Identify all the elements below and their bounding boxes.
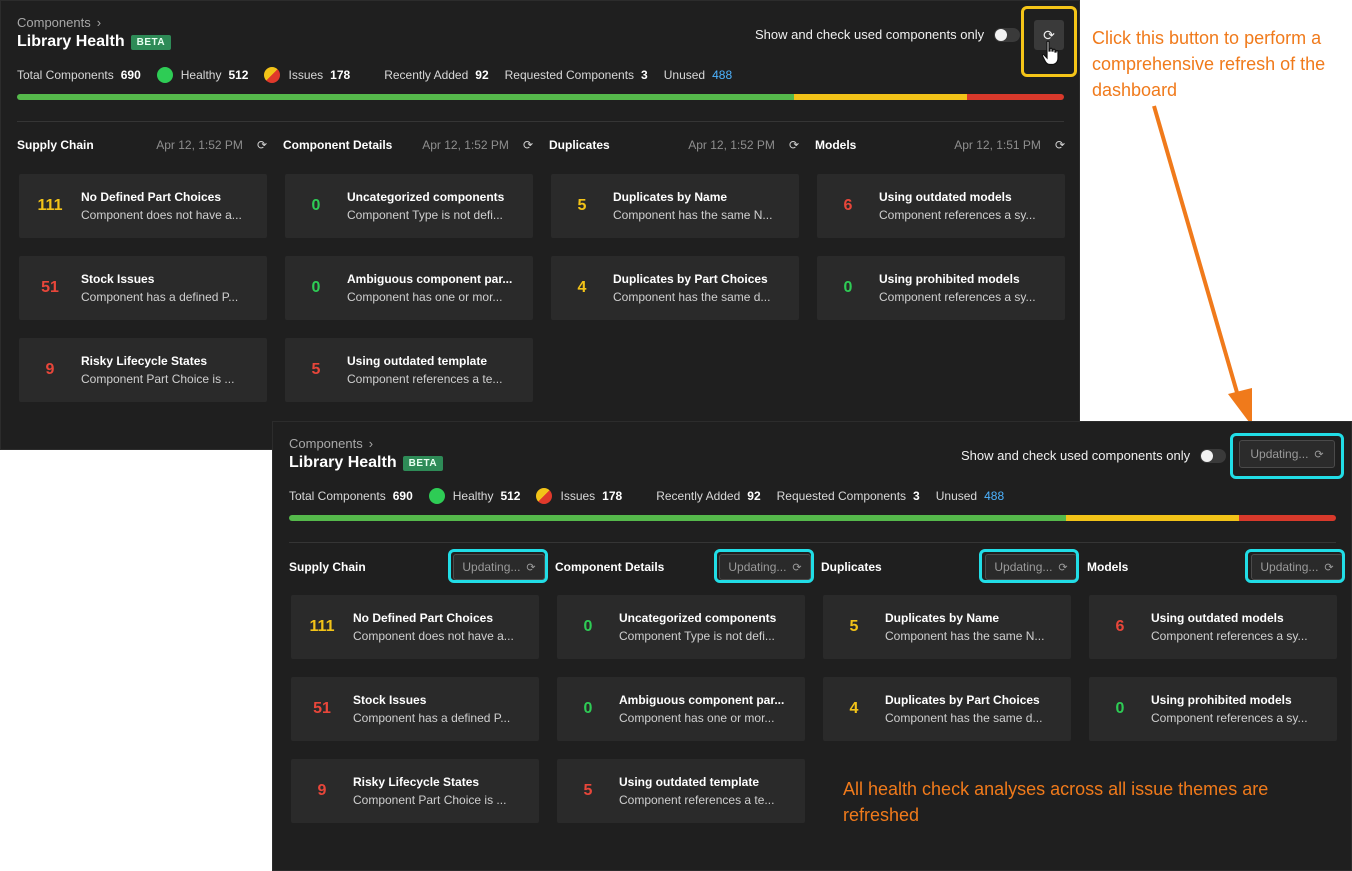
issues-icon	[536, 488, 553, 504]
stat-unused[interactable]: Unused 488	[936, 489, 1004, 503]
updating-highlight-main	[1230, 433, 1344, 479]
chevron-right-icon: ›	[368, 436, 374, 451]
breadcrumb-components[interactable]: Components	[289, 436, 363, 451]
card-uncategorized-components[interactable]: 0 Uncategorized components Component Typ…	[285, 174, 533, 238]
stat-total: Total Components 690	[17, 68, 141, 82]
title-row: Library Health BETA	[289, 454, 444, 472]
hand-cursor-icon	[1041, 40, 1059, 66]
breadcrumb[interactable]: Components ›	[17, 15, 101, 30]
updating-highlight-models	[1245, 549, 1345, 583]
section-timestamp: Apr 12, 1:52 PM	[156, 138, 243, 152]
health-bar-warning	[793, 94, 967, 100]
card-risky-lifecycle-states[interactable]: 9 Risky Lifecycle States Component Part …	[291, 759, 539, 823]
section-supply-chain: Supply Chain Apr 12, 1:52 PM ⟳	[17, 138, 267, 152]
healthy-icon	[156, 67, 173, 83]
updating-highlight-duplicates	[979, 549, 1079, 583]
health-bar-error	[1238, 515, 1336, 521]
stat-total: Total Components 690	[289, 489, 413, 503]
refresh-icon[interactable]: ⟳	[523, 138, 533, 152]
section-timestamp: Apr 12, 1:52 PM	[422, 138, 509, 152]
card-duplicates-by-name[interactable]: 5 Duplicates by Name Component has the s…	[823, 595, 1071, 659]
section-models: Models Apr 12, 1:51 PM ⟳	[815, 138, 1065, 152]
stat-unused[interactable]: Unused 488	[664, 68, 732, 82]
stat-recent: Recently Added 92	[384, 68, 489, 82]
toggle-label: Show and check used components only	[755, 27, 985, 42]
summary-stats: Total Components 690 Healthy 512 Issues 178…	[17, 67, 732, 83]
stat-healthy: Healthy 512	[156, 67, 248, 83]
updating-highlight-supply-chain	[448, 549, 548, 583]
annotation-top: Click this button to perform a comprehen…	[1092, 28, 1326, 100]
breadcrumb[interactable]: Components ›	[289, 436, 373, 451]
health-bar-healthy	[289, 515, 1066, 521]
card-using-outdated-template[interactable]: 5 Using outdated template Component refe…	[557, 759, 805, 823]
chevron-right-icon: ›	[96, 15, 102, 30]
used-components-toggle-row: Show and check used components only	[755, 27, 1021, 42]
healthy-icon	[428, 488, 445, 504]
card-using-outdated-models[interactable]: 6 Using outdated models Component refere…	[817, 174, 1065, 238]
card-risky-lifecycle-states[interactable]: 9 Risky Lifecycle States Component Part …	[19, 338, 267, 402]
dashboard-panel-before: Components › Library Health BETA Show and…	[0, 0, 1080, 450]
card-no-defined-part-choices[interactable]: 111 No Defined Part Choices Component do…	[291, 595, 539, 659]
title-row: Library Health BETA	[17, 33, 172, 51]
stat-issues: Issues 178	[264, 67, 350, 83]
stat-requested: Requested Components 3	[504, 68, 648, 82]
annotation-bottom: All health check analyses across all iss…	[843, 779, 1269, 825]
card-stock-issues[interactable]: 51 Stock Issues Component has a defined …	[291, 677, 539, 741]
card-no-defined-part-choices[interactable]: 111 No Defined Part Choices Component do…	[19, 174, 267, 238]
breadcrumb-components[interactable]: Components	[17, 15, 91, 30]
toggle-knob	[995, 28, 1008, 41]
section-component-details: Component Details Apr 12, 1:52 PM ⟳	[283, 138, 533, 152]
used-components-toggle[interactable]	[1200, 448, 1227, 463]
health-bar-warning	[1065, 515, 1239, 521]
refresh-icon[interactable]: ⟳	[1055, 138, 1065, 152]
card-using-prohibited-models[interactable]: 0 Using prohibited models Component refe…	[817, 256, 1065, 320]
health-bar-error	[966, 94, 1064, 100]
issues-icon	[264, 67, 281, 83]
card-duplicates-by-part-choices[interactable]: 4 Duplicates by Part Choices Component h…	[551, 256, 799, 320]
health-bar-healthy	[17, 94, 794, 100]
stat-requested: Requested Components 3	[776, 489, 920, 503]
beta-badge: BETA	[130, 34, 172, 50]
annotation-arrow	[1152, 105, 1252, 426]
toggle-label: Show and check used components only	[961, 448, 1191, 463]
card-using-prohibited-models[interactable]: 0 Using prohibited models Component refe…	[1089, 677, 1337, 741]
card-uncategorized-components[interactable]: 0 Uncategorized components Component Typ…	[557, 595, 805, 659]
used-components-toggle-row: Show and check used components only	[961, 448, 1227, 463]
used-components-toggle[interactable]	[994, 27, 1021, 42]
card-stock-issues[interactable]: 51 Stock Issues Component has a defined …	[19, 256, 267, 320]
divider	[289, 542, 1336, 543]
refresh-icon[interactable]: ⟳	[789, 138, 799, 152]
divider	[17, 121, 1064, 122]
toggle-knob	[1201, 449, 1214, 462]
section-timestamp: Apr 12, 1:51 PM	[954, 138, 1041, 152]
health-bar	[289, 515, 1336, 521]
page-title: Library Health	[289, 454, 397, 471]
card-duplicates-by-part-choices[interactable]: 4 Duplicates by Part Choices Component h…	[823, 677, 1071, 741]
card-using-outdated-models[interactable]: 6 Using outdated models Component refere…	[1089, 595, 1337, 659]
section-timestamp: Apr 12, 1:52 PM	[688, 138, 775, 152]
refresh-icon[interactable]: ⟳	[257, 138, 267, 152]
card-duplicates-by-name[interactable]: 5 Duplicates by Name Component has the s…	[551, 174, 799, 238]
updating-highlight-component-details	[714, 549, 814, 583]
page-title: Library Health	[17, 33, 125, 50]
card-ambiguous-component-parameters[interactable]: 0 Ambiguous component par... Component h…	[557, 677, 805, 741]
card-ambiguous-component-parameters[interactable]: 0 Ambiguous component par... Component h…	[285, 256, 533, 320]
stat-issues: Issues 178	[536, 488, 622, 504]
dashboard-panel-updating: Components › Library Health BETA Show and…	[272, 421, 1352, 871]
health-bar	[17, 94, 1064, 100]
beta-badge: BETA	[402, 455, 444, 471]
section-duplicates: Duplicates Apr 12, 1:52 PM ⟳	[549, 138, 799, 152]
stat-recent: Recently Added 92	[656, 489, 761, 503]
summary-stats: Total Components 690 Healthy 512 Issues 178…	[289, 488, 1004, 504]
card-using-outdated-template[interactable]: 5 Using outdated template Component refe…	[285, 338, 533, 402]
stat-healthy: Healthy 512	[428, 488, 520, 504]
